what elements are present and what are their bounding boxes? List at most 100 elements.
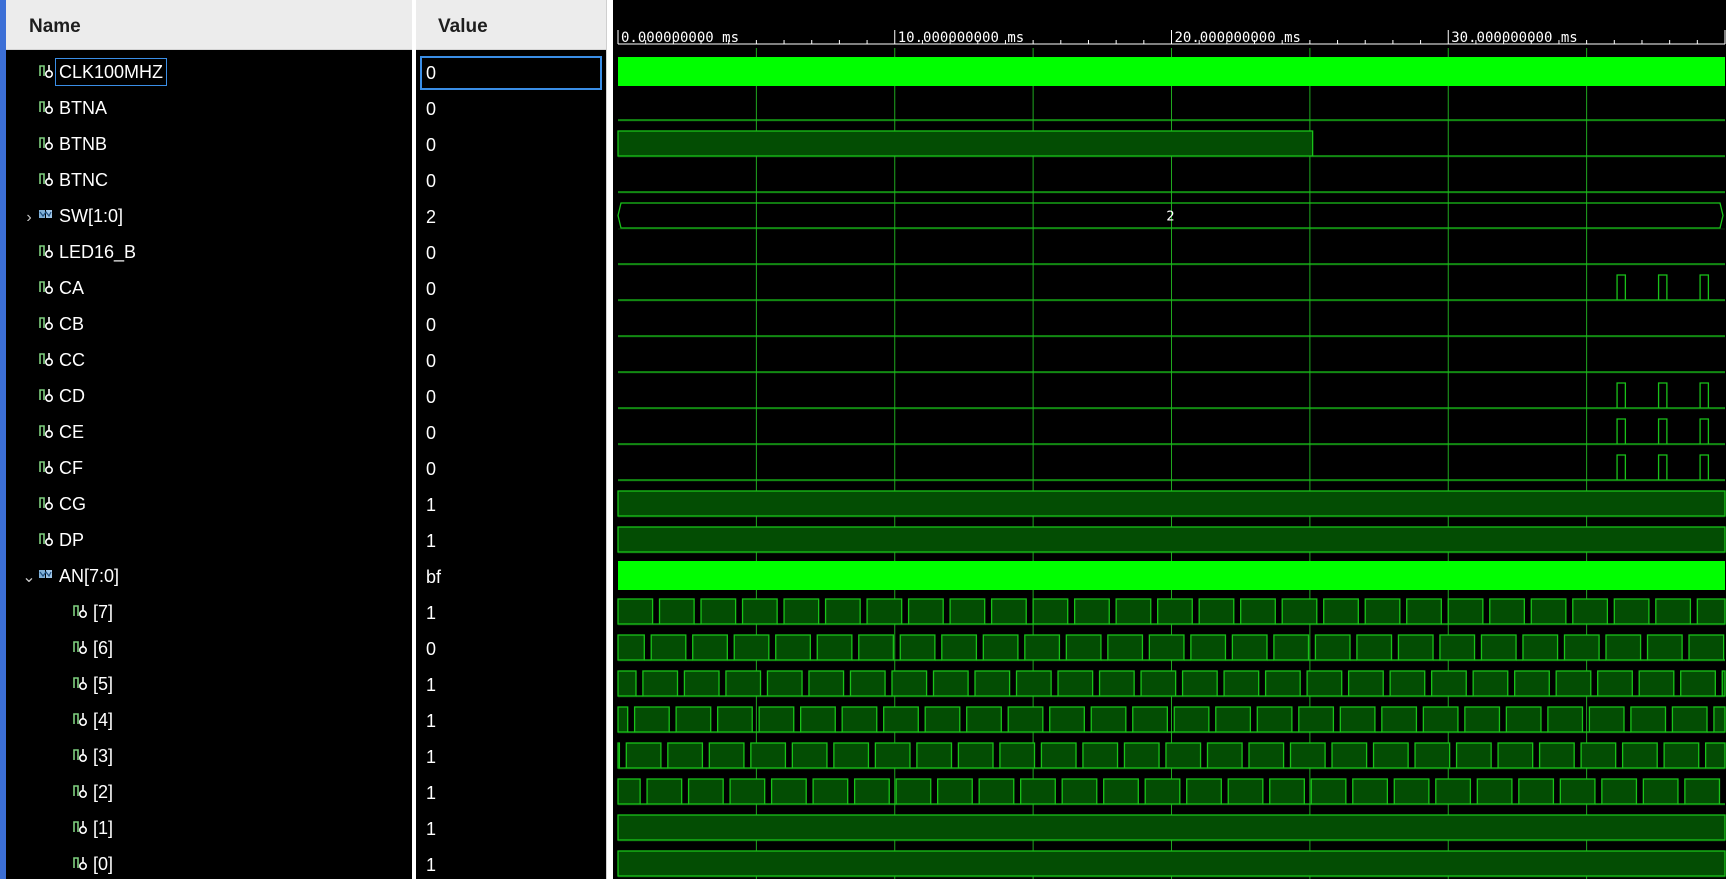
value-row-cc[interactable]: 0 <box>416 339 606 375</box>
waveform-canvas[interactable]: 0.000000000 ms 10.000000000 ms 20.00000000… <box>613 0 1726 879</box>
signal-value[interactable]: 0 <box>420 128 602 162</box>
signal-value[interactable]: 1 <box>420 848 602 879</box>
signal-name[interactable]: ⌄ AN[7:0] <box>20 563 122 589</box>
signal-row-6[interactable]: [6] <box>6 627 412 663</box>
signal-value[interactable]: 1 <box>420 596 602 630</box>
signal-value[interactable]: bf <box>420 560 602 594</box>
signal-row-3[interactable]: [3] <box>6 735 412 771</box>
signal-value[interactable]: 1 <box>420 704 602 738</box>
signal-name[interactable]: CB <box>20 311 87 337</box>
value-row-2[interactable]: 1 <box>416 771 606 807</box>
signal-name[interactable]: CLK100MHZ <box>20 58 168 86</box>
value-row-7[interactable]: 1 <box>416 591 606 627</box>
value-row-0[interactable]: 1 <box>416 843 606 879</box>
signal-name[interactable]: [2] <box>72 779 116 805</box>
value-row-btnb[interactable]: 0 <box>416 123 606 159</box>
signal-value[interactable]: 1 <box>420 524 602 558</box>
signal-row-dp[interactable]: DP <box>6 519 412 555</box>
signal-name[interactable]: LED16_B <box>20 239 139 265</box>
signal-value[interactable]: 0 <box>420 416 602 450</box>
signal-value[interactable]: 0 <box>420 632 602 666</box>
signal-row-btnc[interactable]: BTNC <box>6 159 412 195</box>
signal-name[interactable]: CF <box>20 455 86 481</box>
signal-row-cc[interactable]: CC <box>6 339 412 375</box>
signal-value[interactable]: 1 <box>420 740 602 774</box>
value-row-btnc[interactable]: 0 <box>416 159 606 195</box>
signal-value[interactable]: 0 <box>420 236 602 270</box>
value-row-btna[interactable]: 0 <box>416 87 606 123</box>
signal-row-clk100mhz[interactable]: CLK100MHZ <box>6 51 412 87</box>
value-row-dp[interactable]: 1 <box>416 519 606 555</box>
signal-name[interactable]: › SW[1:0] <box>20 203 126 229</box>
value-row-led16-b[interactable]: 0 <box>416 231 606 267</box>
signal-value[interactable]: 0 <box>420 452 602 486</box>
signal-name[interactable]: [5] <box>72 671 116 697</box>
signal-name[interactable]: BTNA <box>20 95 110 121</box>
signal-row-7[interactable]: [7] <box>6 591 412 627</box>
signal-row-sw-1-0[interactable]: › SW[1:0] <box>6 195 412 231</box>
signal-name[interactable]: BTNB <box>20 131 110 157</box>
signal-value[interactable]: 0 <box>420 164 602 198</box>
wave-high-segment <box>1522 634 1559 661</box>
signal-row-ce[interactable]: CE <box>6 411 412 447</box>
signal-row-cf[interactable]: CF <box>6 447 412 483</box>
signal-name[interactable]: CD <box>20 383 88 409</box>
value-row-ce[interactable]: 0 <box>416 411 606 447</box>
signal-row-btna[interactable]: BTNA <box>6 87 412 123</box>
signal-row-led16-b[interactable]: LED16_B <box>6 231 412 267</box>
signal-name[interactable]: [7] <box>72 599 116 625</box>
signal-row-ca[interactable]: CA <box>6 267 412 303</box>
chevron-down-icon[interactable]: ⌄ <box>20 565 38 591</box>
signal-value[interactable]: 0 <box>420 272 602 306</box>
signal-value[interactable]: 0 <box>420 380 602 414</box>
signal-row-5[interactable]: [5] <box>6 663 412 699</box>
signal-row-an-7-0[interactable]: ⌄ AN[7:0] <box>6 555 412 591</box>
signal-row-0[interactable]: [0] <box>6 843 412 879</box>
signal-name[interactable]: [6] <box>72 635 116 661</box>
signal-name[interactable]: CA <box>20 275 87 301</box>
value-row-an-7-0[interactable]: bf <box>416 555 606 591</box>
signal-name[interactable]: CC <box>20 347 88 373</box>
signal-name[interactable]: CE <box>20 419 87 445</box>
signal-value[interactable]: 1 <box>420 668 602 702</box>
signal-name[interactable]: DP <box>20 527 87 553</box>
value-row-clk100mhz[interactable]: 0 <box>416 51 606 90</box>
signal-row-4[interactable]: [4] <box>6 699 412 735</box>
signal-row-btnb[interactable]: BTNB <box>6 123 412 159</box>
value-row-sw-1-0[interactable]: 2 <box>416 195 606 231</box>
chevron-right-icon[interactable]: › <box>20 205 38 231</box>
signal-name[interactable]: [0] <box>72 851 116 877</box>
value-row-4[interactable]: 1 <box>416 699 606 735</box>
signal-name[interactable]: CG <box>20 491 89 517</box>
value-row-cf[interactable]: 0 <box>416 447 606 483</box>
signal-value[interactable]: 0 <box>420 308 602 342</box>
panel-splitter[interactable] <box>606 0 613 879</box>
signal-value[interactable]: 1 <box>420 812 602 846</box>
value-row-1[interactable]: 1 <box>416 807 606 843</box>
waveform-panel[interactable]: 0.000000000 ms 10.000000000 ms 20.00000000… <box>613 0 1726 879</box>
signal-value[interactable]: 0 <box>420 92 602 126</box>
value-row-3[interactable]: 1 <box>416 735 606 771</box>
signal-value[interactable]: 1 <box>420 776 602 810</box>
value-row-6[interactable]: 0 <box>416 627 606 663</box>
value-row-cd[interactable]: 0 <box>416 375 606 411</box>
signal-row-1[interactable]: [1] <box>6 807 412 843</box>
signal-value[interactable]: 1 <box>420 488 602 522</box>
signal-value[interactable]: 0 <box>420 56 602 90</box>
signal-name[interactable]: [3] <box>72 743 116 769</box>
signal-value[interactable]: 0 <box>420 344 602 378</box>
signal-name[interactable]: BTNC <box>20 167 111 193</box>
signal-row-2[interactable]: [2] <box>6 771 412 807</box>
signal-row-cb[interactable]: CB <box>6 303 412 339</box>
value-row-cg[interactable]: 1 <box>416 483 606 519</box>
signal-name[interactable]: [4] <box>72 707 116 733</box>
value-row-ca[interactable]: 0 <box>416 267 606 303</box>
value-row-5[interactable]: 1 <box>416 663 606 699</box>
signal-row-cd[interactable]: CD <box>6 375 412 411</box>
signal-row-cg[interactable]: CG <box>6 483 412 519</box>
signal-name[interactable]: [1] <box>72 815 116 841</box>
name-column-header[interactable]: Name <box>6 0 412 50</box>
signal-value[interactable]: 2 <box>420 200 602 234</box>
value-row-cb[interactable]: 0 <box>416 303 606 339</box>
value-column-header[interactable]: Value <box>416 0 606 50</box>
